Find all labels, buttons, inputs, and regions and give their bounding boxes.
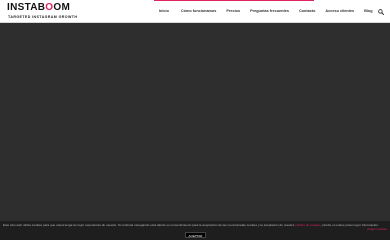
logo-text-part-2: OM <box>53 2 71 13</box>
cookie-banner: Este sitio web utiliza cookies para que … <box>0 221 390 240</box>
nav-item-inicio[interactable]: Inicio <box>159 0 169 23</box>
cookie-message: Este sitio web utiliza cookies para que … <box>3 223 387 227</box>
nav-item-como-funcionamos[interactable]: Cómo funcionamos <box>181 0 216 23</box>
site-logo[interactable]: INSTABOOM <box>7 3 70 13</box>
nav-item-blog[interactable]: Blog <box>364 0 372 23</box>
main-content-area <box>0 23 390 221</box>
logo-text-part-1: INSTAB <box>7 2 46 13</box>
nav-item-precios[interactable]: Precios <box>226 0 240 23</box>
accept-cookies-button[interactable]: ACEPTAR <box>185 232 206 238</box>
nav-item-contacto[interactable]: Contacto <box>299 0 315 23</box>
nav-item-preguntas-frecuentes[interactable]: Preguntas frecuentes <box>250 0 289 23</box>
cookie-policy-link[interactable]: política <box>295 223 305 227</box>
search-icon[interactable] <box>378 9 384 15</box>
cookie-text-main: Este sitio web utiliza cookies para que … <box>3 223 295 227</box>
nav-item-acceso-clientes[interactable]: Acceso clientes <box>325 0 354 23</box>
cookie-policy-link-2[interactable]: de cookies <box>306 223 321 227</box>
main-nav: Inicio Cómo funcionamos Precios Pregunta… <box>154 0 373 23</box>
site-header: INSTABOOM TARGETED INSTAGRAM GROWTH Inic… <box>0 0 390 23</box>
cookie-more-link[interactable]: plugin cookies <box>367 227 387 231</box>
site-tagline: TARGETED INSTAGRAM GROWTH <box>8 15 78 19</box>
